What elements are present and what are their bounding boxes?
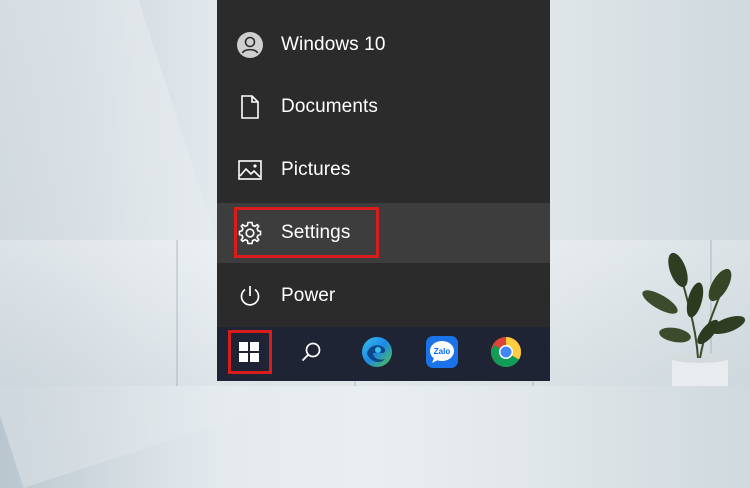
start-button[interactable] [220, 327, 278, 381]
chrome-taskbar-button[interactable] [477, 327, 535, 381]
chrome-icon [490, 336, 522, 373]
edge-icon [361, 336, 393, 373]
search-icon [300, 341, 322, 368]
start-menu-item-settings[interactable]: Settings [217, 203, 550, 263]
start-menu-item-label: Pictures [281, 159, 351, 180]
start-menu-item-label: Power [281, 285, 336, 306]
zalo-taskbar-button[interactable]: Zalo [413, 327, 471, 381]
start-menu-item-label: Settings [281, 222, 351, 243]
start-menu-item-power[interactable]: Power [217, 266, 550, 326]
zalo-icon-text: Zalo [434, 347, 451, 356]
start-menu-item-label: Windows 10 [281, 34, 386, 55]
document-icon [235, 92, 265, 122]
edge-taskbar-button[interactable] [348, 327, 406, 381]
taskbar: Zalo [217, 327, 550, 381]
search-button[interactable] [282, 327, 340, 381]
gear-icon [235, 218, 265, 248]
start-menu-item-documents[interactable]: Documents [217, 77, 550, 137]
power-icon [235, 281, 265, 311]
zalo-icon: Zalo [426, 335, 458, 373]
start-menu: Windows 10 Documents Pictures Settings P… [217, 0, 550, 327]
start-menu-item-user[interactable]: Windows 10 [217, 15, 550, 75]
windows-start-icon [239, 341, 259, 367]
pictures-icon [235, 155, 265, 185]
start-menu-item-label: Documents [281, 96, 378, 117]
start-menu-item-pictures[interactable]: Pictures [217, 140, 550, 200]
potted-plant-image [642, 252, 746, 386]
user-icon [235, 30, 265, 60]
